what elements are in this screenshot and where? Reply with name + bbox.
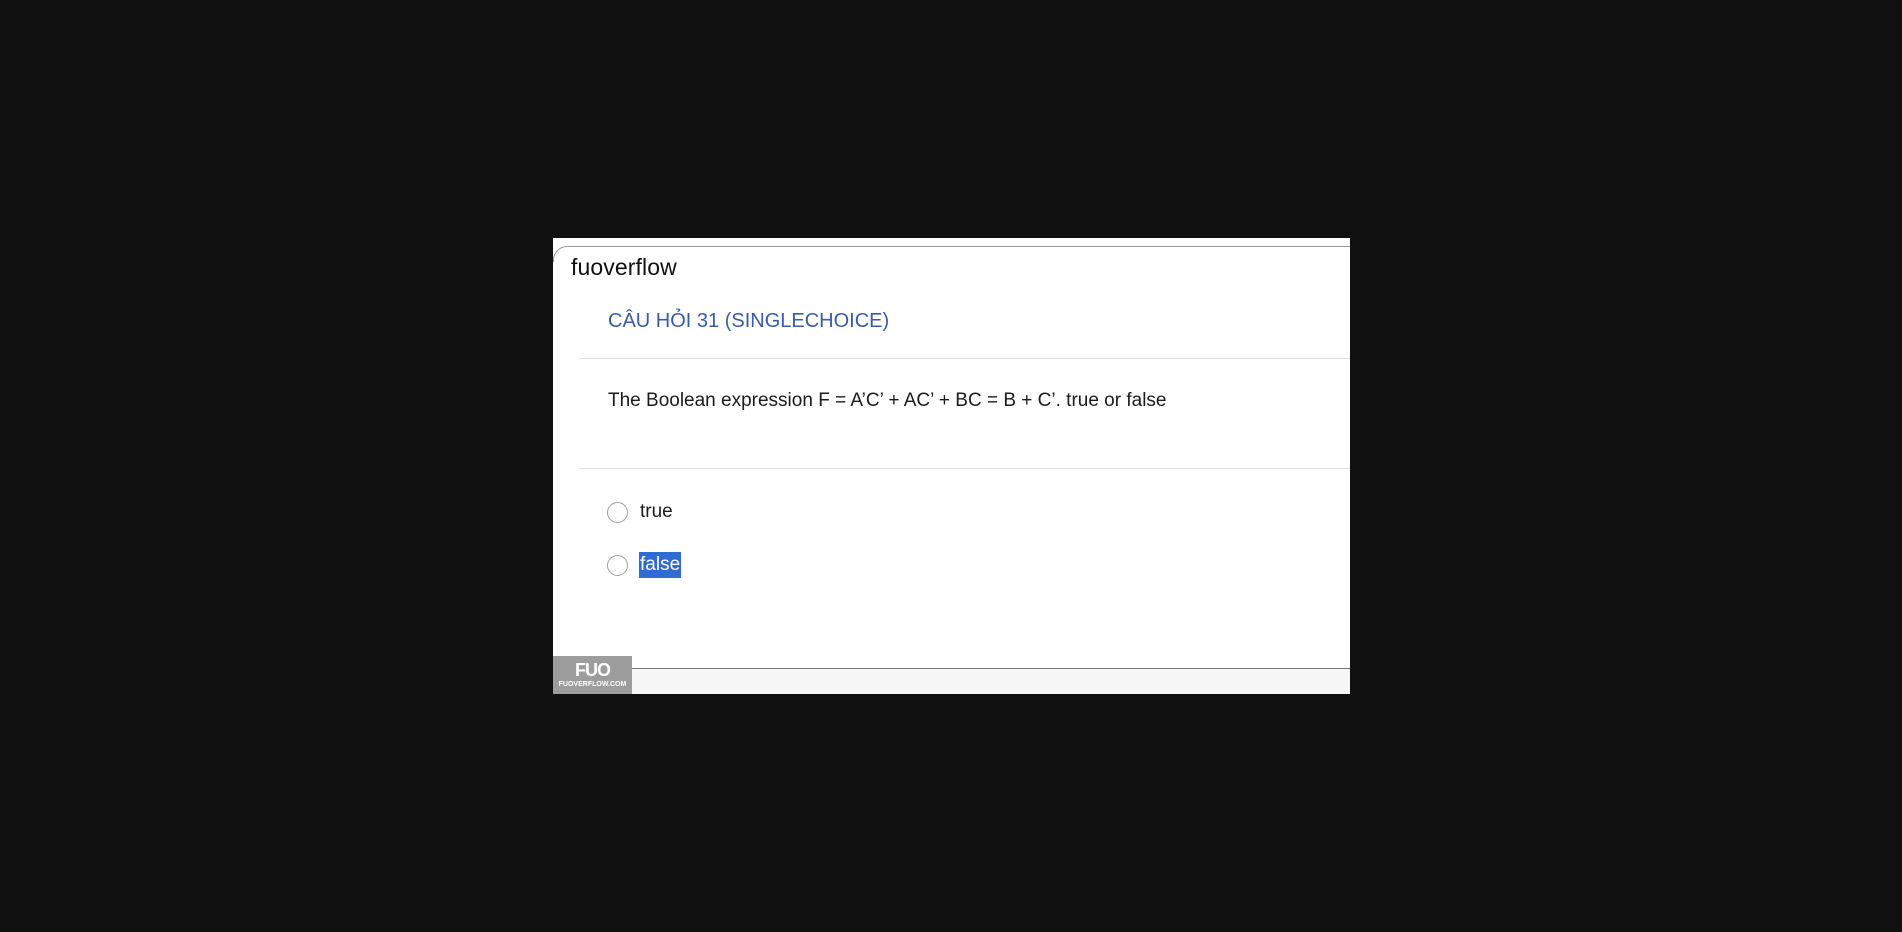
card-bottom-border bbox=[553, 668, 1350, 694]
image-viewer: fuoverflow CÂU HỎI 31 (SINGLECHOICE) The… bbox=[0, 0, 1902, 932]
option-false[interactable]: false bbox=[607, 550, 682, 580]
question-text: The Boolean expression F = A’C’ + AC’ + … bbox=[608, 390, 1167, 411]
divider bbox=[579, 358, 1350, 359]
option-label-false[interactable]: false bbox=[639, 552, 682, 578]
watermark-logo: FUO FUOVERFLOW.COM bbox=[553, 656, 632, 694]
radio-button-true[interactable] bbox=[607, 501, 628, 523]
site-title: fuoverflow bbox=[571, 254, 677, 280]
option-true[interactable]: true bbox=[607, 497, 674, 527]
option-label-true[interactable]: true bbox=[639, 499, 674, 525]
radio-button-false[interactable] bbox=[607, 554, 628, 576]
logo-caption: FUOVERFLOW.COM bbox=[558, 681, 627, 688]
logo-mark: FUO bbox=[575, 660, 611, 680]
screenshot-frame: fuoverflow CÂU HỎI 31 (SINGLECHOICE) The… bbox=[553, 238, 1350, 694]
divider bbox=[579, 468, 1350, 469]
question-heading: CÂU HỎI 31 (SINGLECHOICE) bbox=[608, 310, 890, 332]
